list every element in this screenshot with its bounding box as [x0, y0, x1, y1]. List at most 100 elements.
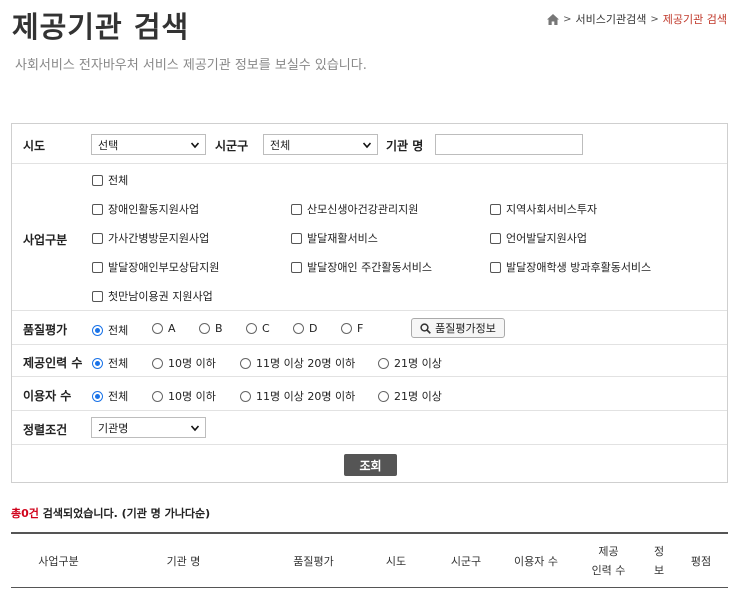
checkbox-label: 언어발달지원사업 [506, 232, 587, 245]
checkbox-box[interactable] [92, 174, 103, 186]
chevron-down-icon [191, 141, 199, 148]
users-radio-under-10[interactable]: 10명 이하 [152, 388, 216, 404]
radio-dot[interactable] [240, 357, 251, 369]
search-filter-panel: 시도 선택 시군구 전체 기관 명 사업구분 전체 장애인활동지원사업 산모신생… [11, 123, 728, 483]
breadcrumb-item-current: 제공기관 검색 [662, 13, 727, 26]
breadcrumb-separator: > [650, 13, 659, 25]
staff-radio-all[interactable]: 전체 [92, 355, 128, 371]
breadcrumb: > 서비스기관검색 > 제공기관 검색 [547, 11, 727, 27]
chevron-down-icon [363, 141, 371, 148]
radio-dot[interactable] [341, 323, 352, 334]
checkbox-box[interactable] [92, 203, 103, 215]
staff-radio-over-21[interactable]: 21명 이상 [378, 355, 442, 371]
result-count: 총0건 [11, 507, 39, 520]
business-checkbox[interactable]: 언어발달지원사업 [490, 230, 587, 246]
quality-radio-a[interactable]: A [152, 322, 176, 335]
checkbox-box[interactable] [92, 261, 103, 273]
home-icon[interactable] [547, 13, 560, 25]
business-checkbox[interactable]: 산모신생아건강관리지원 [291, 201, 418, 217]
radio-label: D [309, 322, 318, 335]
radio-label: B [215, 322, 223, 335]
checkbox-box[interactable] [92, 290, 103, 302]
business-checkbox-all[interactable]: 전체 [92, 172, 128, 188]
quality-info-button[interactable]: 품질평가정보 [411, 318, 505, 338]
business-checkbox[interactable]: 발달장애인 주간활동서비스 [291, 259, 432, 275]
business-checkbox[interactable]: 첫만남이용권 지원사업 [92, 288, 213, 304]
radio-dot[interactable] [152, 390, 163, 402]
staff-radio-under-10[interactable]: 10명 이하 [152, 355, 216, 371]
staff-count-row: 제공인력 수 전체 10명 이하 11명 이상 20명 이하 21명 이상 [12, 345, 727, 377]
sido-label: 시도 [23, 139, 46, 153]
search-button[interactable]: 조회 [344, 454, 397, 476]
checkbox-box[interactable] [490, 203, 501, 215]
business-checkbox[interactable]: 장애인활동지원사업 [92, 201, 199, 217]
page-subtitle: 사회서비스 전자바우처 서비스 제공기관 정보를 보실수 있습니다. [15, 58, 367, 73]
sort-select[interactable]: 기관명 [91, 417, 206, 438]
checkbox-box[interactable] [291, 203, 302, 215]
result-summary: 총0건 검색되었습니다. (기관 명 가나다순) [11, 505, 210, 521]
radio-dot[interactable] [378, 390, 389, 402]
column-header-rating: 평점 [690, 554, 712, 568]
business-checkbox[interactable]: 발달재활서비스 [291, 230, 378, 246]
radio-label: 전체 [108, 324, 129, 337]
radio-label: 11명 이상 20명 이하 [256, 357, 356, 370]
user-count-row: 이용자 수 전체 10명 이하 11명 이상 20명 이하 21명 이상 [12, 377, 727, 411]
column-header-info: 정 보 [653, 545, 665, 577]
column-header-staff: 제공 인력 수 [591, 545, 626, 577]
radio-dot[interactable] [378, 357, 389, 369]
quality-radio-b[interactable]: B [199, 322, 223, 335]
sort-row: 정렬조건 기관명 [12, 411, 727, 445]
radio-dot[interactable] [240, 390, 251, 402]
radio-dot[interactable] [152, 357, 163, 369]
business-checkbox[interactable]: 발달장애학생 방과후활동서비스 [490, 259, 651, 275]
agency-name-input[interactable] [435, 134, 583, 155]
quality-radio-d[interactable]: D [293, 322, 317, 335]
users-radio-all[interactable]: 전체 [92, 388, 128, 404]
radio-dot[interactable] [246, 323, 257, 334]
business-checkbox[interactable]: 지역사회서비스투자 [490, 201, 597, 217]
business-checkbox[interactable]: 가사간병방문지원사업 [92, 230, 209, 246]
radio-label: 전체 [108, 390, 129, 403]
sort-label: 정렬조건 [23, 423, 68, 437]
radio-dot[interactable] [199, 323, 210, 334]
sigungu-select[interactable]: 전체 [263, 134, 378, 155]
quality-radio-c[interactable]: C [246, 322, 270, 335]
checkbox-box[interactable] [490, 232, 501, 244]
column-header-sigungu: 시군구 [450, 554, 482, 568]
breadcrumb-item-service-search[interactable]: 서비스기관검색 [576, 11, 647, 27]
staff-radio-11-20[interactable]: 11명 이상 20명 이하 [240, 355, 355, 371]
staff-count-label: 제공인력 수 [23, 356, 83, 370]
users-radio-11-20[interactable]: 11명 이상 20명 이하 [240, 388, 355, 404]
checkbox-box[interactable] [291, 261, 302, 273]
business-type-label: 사업구분 [23, 233, 68, 247]
radio-label: 21명 이상 [394, 390, 442, 403]
radio-label: 11명 이상 20명 이하 [256, 390, 356, 403]
breadcrumb-separator: > [563, 13, 572, 25]
column-header-quality: 품질평가 [293, 554, 334, 568]
radio-label: 10명 이하 [168, 390, 216, 403]
radio-label: 전체 [108, 357, 129, 370]
checkbox-label: 지역사회서비스투자 [506, 203, 598, 216]
checkbox-box[interactable] [92, 232, 103, 244]
radio-dot[interactable] [293, 323, 304, 334]
column-header-users: 이용자 수 [514, 554, 558, 568]
radio-dot[interactable] [92, 357, 103, 369]
radio-dot[interactable] [92, 324, 103, 336]
sido-select[interactable]: 선택 [91, 134, 206, 155]
users-radio-over-21[interactable]: 21명 이상 [378, 388, 442, 404]
checkbox-box[interactable] [291, 232, 302, 244]
checkbox-label: 발달장애인 주간활동서비스 [307, 261, 432, 274]
radio-label: 10명 이하 [168, 357, 216, 370]
radio-label: C [262, 322, 270, 335]
checkbox-box[interactable] [490, 261, 501, 273]
business-checkbox[interactable]: 발달장애인부모상담지원 [92, 259, 219, 275]
sido-select-value: 선택 [98, 138, 119, 152]
radio-label: A [168, 322, 176, 335]
radio-dot[interactable] [152, 323, 163, 334]
result-table-header: 사업구분 기관 명 품질평가 시도 시군구 이용자 수 제공 인력 수 정 보 … [11, 532, 728, 588]
radio-label: F [357, 322, 364, 335]
search-icon [420, 322, 432, 334]
quality-radio-f[interactable]: F [341, 322, 363, 335]
radio-dot[interactable] [92, 390, 103, 402]
quality-radio-all[interactable]: 전체 [92, 322, 128, 338]
